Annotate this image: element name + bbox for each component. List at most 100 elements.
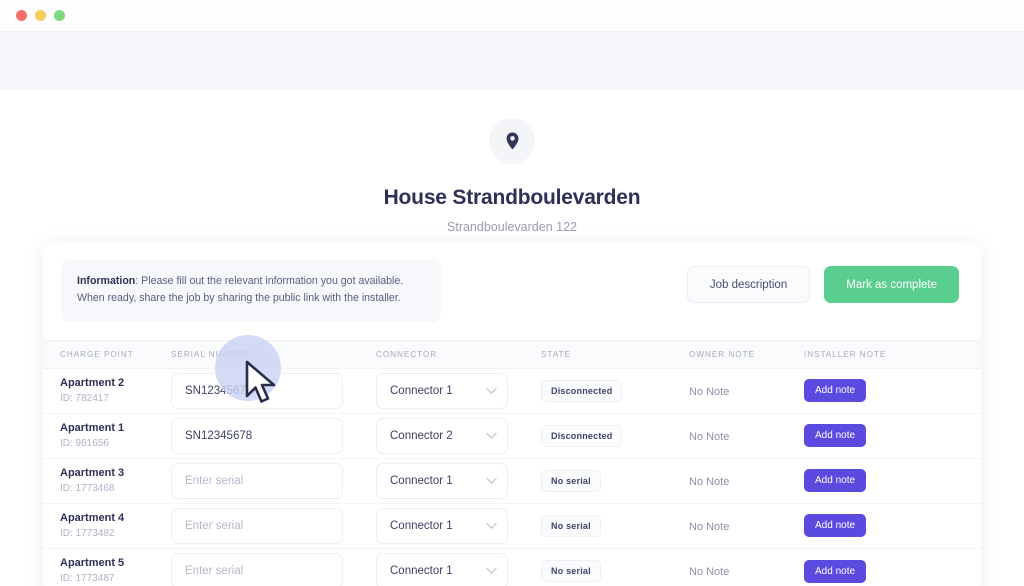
installer-note-cell: Add note: [804, 503, 981, 549]
mark-as-complete-button[interactable]: Mark as complete: [824, 266, 959, 303]
window-minimize-button[interactable]: [35, 10, 46, 21]
connector-cell: Connector 1: [376, 548, 541, 586]
owner-note-text: No Note: [689, 430, 730, 443]
card-actions: Job description Mark as complete: [686, 260, 959, 303]
charge-point-cell: Apartment 5 ID: 1773487: [43, 548, 171, 586]
charge-points-card: Information: Please fill out the relevan…: [43, 243, 981, 586]
serial-number-input[interactable]: [171, 507, 343, 544]
charge-point-cell: Apartment 3 ID: 1773468: [43, 458, 171, 504]
location-pin-badge: [489, 118, 535, 164]
connector-select-value[interactable]: Connector 1: [376, 372, 508, 409]
job-description-button[interactable]: Job description: [686, 266, 811, 303]
connector-select[interactable]: Connector 1: [376, 372, 508, 409]
window-close-button[interactable]: [16, 10, 27, 21]
charge-point-cell: Apartment 4 ID: 1773482: [43, 503, 171, 549]
serial-number-input[interactable]: [171, 417, 343, 454]
serial-number-cell: [171, 503, 376, 549]
charge-point-cell: Apartment 2 ID: 782417: [43, 368, 171, 414]
owner-note-cell: No Note: [689, 548, 804, 586]
connector-select[interactable]: Connector 1: [376, 507, 508, 544]
column-header-serial-number: SERIAL NUMBER: [171, 339, 376, 369]
table-head: CHARGE POINT SERIAL NUMBER CONNECTOR STA…: [43, 339, 981, 369]
owner-note-cell: No Note: [689, 503, 804, 549]
connector-select-value[interactable]: Connector 1: [376, 507, 508, 544]
page-top-band: [0, 32, 1024, 90]
connector-cell: Connector 1: [376, 458, 541, 504]
browser-titlebar: [0, 0, 1024, 32]
charge-point-id: ID: 961656: [60, 437, 109, 449]
installer-note-cell: Add note: [804, 458, 981, 504]
state-cell: Disconnected: [541, 413, 689, 459]
connector-select[interactable]: Connector 2: [376, 417, 508, 454]
charge-point-name: Apartment 5: [60, 556, 125, 569]
status-badge: No serial: [541, 560, 601, 583]
serial-number-input[interactable]: [171, 372, 343, 409]
state-cell: No serial: [541, 503, 689, 549]
table-body: Apartment 2 ID: 782417 Connector 1 Disconne…: [43, 368, 981, 586]
table-row: Apartment 3 ID: 1773468 Connector 1 No seri…: [43, 458, 981, 504]
column-header-owner-note: OWNER NOTE: [689, 339, 804, 369]
serial-number-cell: [171, 458, 376, 504]
owner-note-text: No Note: [689, 520, 730, 533]
page-header: House Strandboulevarden Strandboulevarde…: [0, 90, 1024, 234]
information-banner: Information: Please fill out the relevan…: [61, 260, 441, 322]
owner-note-text: No Note: [689, 566, 730, 579]
connector-select[interactable]: Connector 1: [376, 553, 508, 586]
owner-note-text: No Note: [689, 385, 730, 398]
status-badge: No serial: [541, 469, 601, 492]
charge-point-name: Apartment 4: [60, 511, 125, 524]
browser-window: House Strandboulevarden Strandboulevarde…: [0, 0, 1024, 586]
card-toolbar: Information: Please fill out the relevan…: [43, 243, 981, 340]
column-header-state: STATE: [541, 339, 689, 369]
connector-select-value[interactable]: Connector 2: [376, 417, 508, 454]
add-note-button[interactable]: Add note: [804, 379, 867, 403]
add-note-button[interactable]: Add note: [804, 469, 867, 493]
installer-note-cell: Add note: [804, 548, 981, 586]
serial-number-cell: [171, 548, 376, 586]
charge-point-name: Apartment 3: [60, 466, 125, 479]
charge-point-name: Apartment 2: [60, 376, 125, 389]
serial-number-cell: [171, 368, 376, 414]
column-header-installer-note: INSTALLER NOTE: [804, 339, 981, 369]
charge-point-id: ID: 782417: [60, 392, 109, 404]
owner-note-text: No Note: [689, 475, 730, 488]
charge-point-cell: Apartment 1 ID: 961656: [43, 413, 171, 459]
serial-number-input[interactable]: [171, 462, 343, 499]
table-row: Apartment 1 ID: 961656 Connector 2 Disconne…: [43, 413, 981, 459]
charge-point-name: Apartment 1: [60, 421, 125, 434]
connector-cell: Connector 2: [376, 413, 541, 459]
serial-number-input[interactable]: [171, 553, 343, 586]
table-row: Apartment 5 ID: 1773487 Connector 1 No seri…: [43, 548, 981, 586]
page-subtitle: Strandboulevarden 122: [447, 220, 577, 234]
connector-cell: Connector 1: [376, 503, 541, 549]
charge-point-id: ID: 1773487: [60, 572, 115, 584]
window-maximize-button[interactable]: [54, 10, 65, 21]
connector-cell: Connector 1: [376, 368, 541, 414]
connector-select-value[interactable]: Connector 1: [376, 462, 508, 499]
charge-points-table: CHARGE POINT SERIAL NUMBER CONNECTOR STA…: [43, 339, 981, 586]
add-note-button[interactable]: Add note: [804, 424, 867, 448]
status-badge: No serial: [541, 514, 601, 537]
owner-note-cell: No Note: [689, 368, 804, 414]
charge-point-id: ID: 1773482: [60, 527, 115, 539]
page-title: House Strandboulevarden: [383, 186, 641, 209]
add-note-button[interactable]: Add note: [804, 514, 867, 538]
owner-note-cell: No Note: [689, 413, 804, 459]
status-badge: Disconnected: [541, 424, 623, 447]
connector-select-value[interactable]: Connector 1: [376, 553, 508, 586]
add-note-button[interactable]: Add note: [804, 559, 867, 583]
installer-note-cell: Add note: [804, 368, 981, 414]
column-header-connector: CONNECTOR: [376, 339, 541, 369]
state-cell: No serial: [541, 458, 689, 504]
column-header-charge-point: CHARGE POINT: [43, 339, 171, 369]
table-row: Apartment 4 ID: 1773482 Connector 1 No seri…: [43, 503, 981, 549]
owner-note-cell: No Note: [689, 458, 804, 504]
location-pin-icon: [506, 132, 518, 150]
installer-note-cell: Add note: [804, 413, 981, 459]
table-row: Apartment 2 ID: 782417 Connector 1 Disconne…: [43, 368, 981, 414]
connector-select[interactable]: Connector 1: [376, 462, 508, 499]
charge-point-id: ID: 1773468: [60, 482, 115, 494]
serial-number-cell: [171, 413, 376, 459]
state-cell: No serial: [541, 548, 689, 586]
information-label: Information: [77, 275, 136, 287]
